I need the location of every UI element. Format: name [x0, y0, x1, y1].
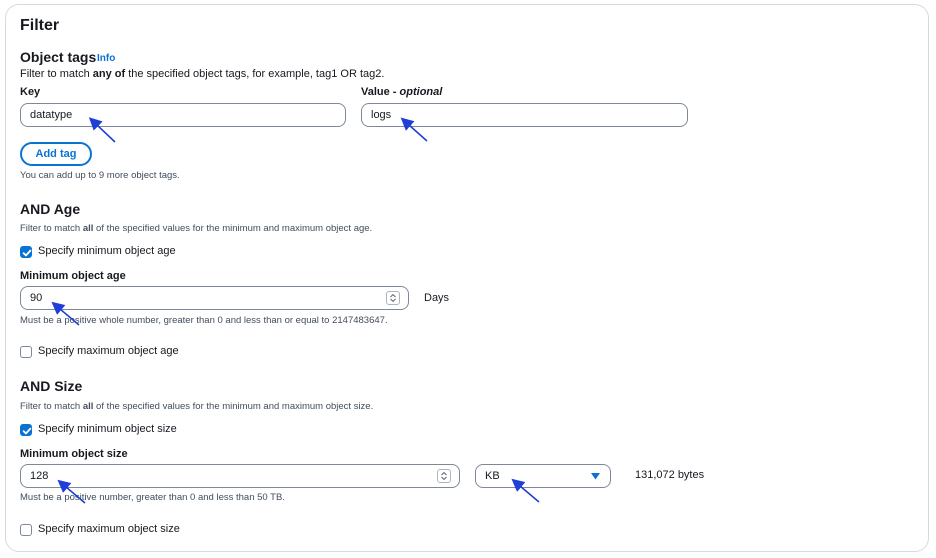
- arrow-annotation-icon: [400, 117, 428, 142]
- arrow-annotation-icon: [57, 479, 86, 504]
- arrow-annotation-icon: [511, 478, 540, 503]
- annotation-arrows: [51, 117, 540, 504]
- arrow-annotation-icon: [51, 301, 80, 326]
- arrow-annotation-icon: [88, 117, 116, 143]
